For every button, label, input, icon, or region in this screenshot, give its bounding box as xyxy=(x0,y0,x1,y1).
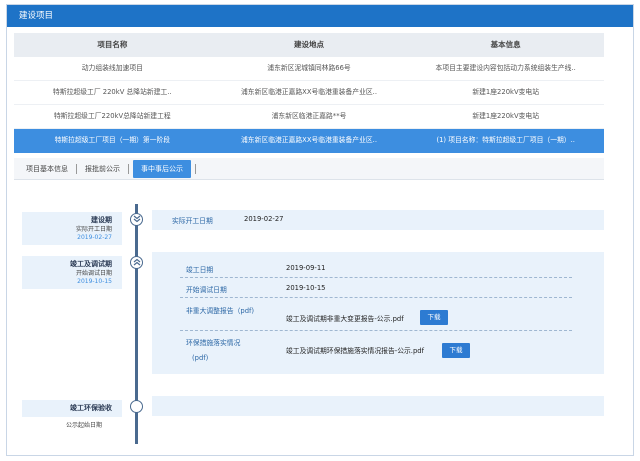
stage-sub-label: 公示起始日期 xyxy=(66,422,103,429)
column-header-info: 基本信息 xyxy=(490,40,521,49)
stage-name: 竣工及调试期 xyxy=(70,260,112,268)
stage-construction-card: 实际开工日期 2019-02-27 xyxy=(152,210,604,230)
file-name: 竣工及调试期非重大变更报告-公示.pdf xyxy=(286,315,404,323)
divider xyxy=(180,277,572,278)
divider xyxy=(180,297,572,298)
table-row[interactable]: 特斯拉超级工厂 220kV 总降站新建工.. 浦东新区临港正嘉路XX号临港重装备… xyxy=(14,81,604,105)
stage-sub-label: 实际开工日期 xyxy=(75,226,112,233)
field-label-suffix: (pdf) xyxy=(192,354,209,362)
cell-project-name: 特斯拉超级工厂 220kV 总降站新建工.. xyxy=(53,88,172,96)
stage-acceptance-card xyxy=(152,396,604,416)
field-value: 2019-10-15 xyxy=(286,284,326,292)
cell-info: 新建1座220kV变电站 xyxy=(472,88,540,96)
field-label: 开始调试日期 xyxy=(186,286,227,294)
stage-completion-card: 竣工日期 2019-09-11 开始调试日期 2019-10-15 非重大调整报… xyxy=(152,252,604,374)
table-row-selected[interactable]: 特斯拉超级工厂项目（一期）第一阶段 浦东新区临港正嘉路XX号临港重装备产业区..… xyxy=(14,129,604,153)
cell-location: 浦东新区临港正嘉路XX号临港重装备产业区.. xyxy=(241,136,377,144)
stage-date: 2019-02-27 xyxy=(77,234,112,241)
stage-name: 竣工环保验收 xyxy=(70,404,112,412)
panel-title: 建设项目 xyxy=(7,5,633,27)
cell-info: 本项目主要建设内容包括动力系统组装生产线.. xyxy=(435,64,576,72)
stage-acceptance: 竣工环保验收 xyxy=(22,400,122,417)
download-button[interactable]: 下载 xyxy=(442,343,470,358)
divider xyxy=(180,330,572,331)
tab-basic-info[interactable]: 项目基本信息 xyxy=(18,160,76,178)
file-name: 竣工及调试期环保措施落实情况报告-公示.pdf xyxy=(286,347,424,355)
cell-location: 浦东新区临港正嘉路**号 xyxy=(271,112,347,120)
stage-sub-label: 开始调试日期 xyxy=(75,270,112,277)
cell-location: 浦东新区泥城镇同林路66号 xyxy=(267,64,351,72)
table-row[interactable]: 特斯拉超级工厂220kV总降站新建工程 浦东新区临港正嘉路**号 新建1座220… xyxy=(14,105,604,129)
download-button[interactable]: 下载 xyxy=(420,310,448,325)
stage-completion: 竣工及调试期 开始调试日期 2019-10-15 xyxy=(22,256,122,289)
field-label: 实际开工日期 xyxy=(172,217,213,225)
field-label: 竣工日期 xyxy=(186,266,214,274)
field-label: 环保措施落实情况 xyxy=(186,339,241,347)
field-label: 非重大调整报告（pdf) xyxy=(186,307,255,315)
chevron-up-icon[interactable] xyxy=(130,256,143,269)
column-header-location: 建设地点 xyxy=(294,40,324,49)
stage-name: 建设期 xyxy=(91,216,112,224)
cell-project-name: 特斯拉超级工厂项目（一期）第一阶段 xyxy=(54,136,171,144)
field-value: 2019-02-27 xyxy=(244,215,284,223)
tab-divider xyxy=(128,163,129,174)
timeline-node-icon[interactable] xyxy=(130,400,143,413)
detail-tabs: 项目基本信息 报批前公示 事中事后公示 xyxy=(14,158,604,180)
chevron-down-icon[interactable] xyxy=(130,213,143,226)
column-header-name: 项目名称 xyxy=(97,40,128,49)
stage-construction: 建设期 实际开工日期 2019-02-27 xyxy=(22,212,122,245)
table-row[interactable]: 动力组装线加速项目 浦东新区泥城镇同林路66号 本项目主要建设内容包括动力系统组… xyxy=(14,57,604,81)
tab-post-event[interactable]: 事中事后公示 xyxy=(133,159,191,178)
stage-date: 2019-10-15 xyxy=(77,278,112,285)
cell-info: (1) 项目名称：特斯拉超级工厂项目（一期）.. xyxy=(436,136,575,144)
project-table: 项目名称 建设地点 基本信息 动力组装线加速项目 浦东新区泥城镇同林路66号 本… xyxy=(14,33,604,153)
field-value: 2019-09-11 xyxy=(286,264,326,272)
cell-project-name: 特斯拉超级工厂220kV总降站新建工程 xyxy=(53,112,171,120)
cell-location: 浦东新区临港正嘉路XX号临港重装备产业区.. xyxy=(241,88,377,96)
tab-pre-approval[interactable]: 报批前公示 xyxy=(77,160,128,178)
cell-project-name: 动力组装线加速项目 xyxy=(81,64,143,72)
tab-divider xyxy=(195,163,196,174)
table-header: 项目名称 建设地点 基本信息 xyxy=(14,33,604,57)
cell-info: 新建1座220kV变电站 xyxy=(472,112,540,120)
